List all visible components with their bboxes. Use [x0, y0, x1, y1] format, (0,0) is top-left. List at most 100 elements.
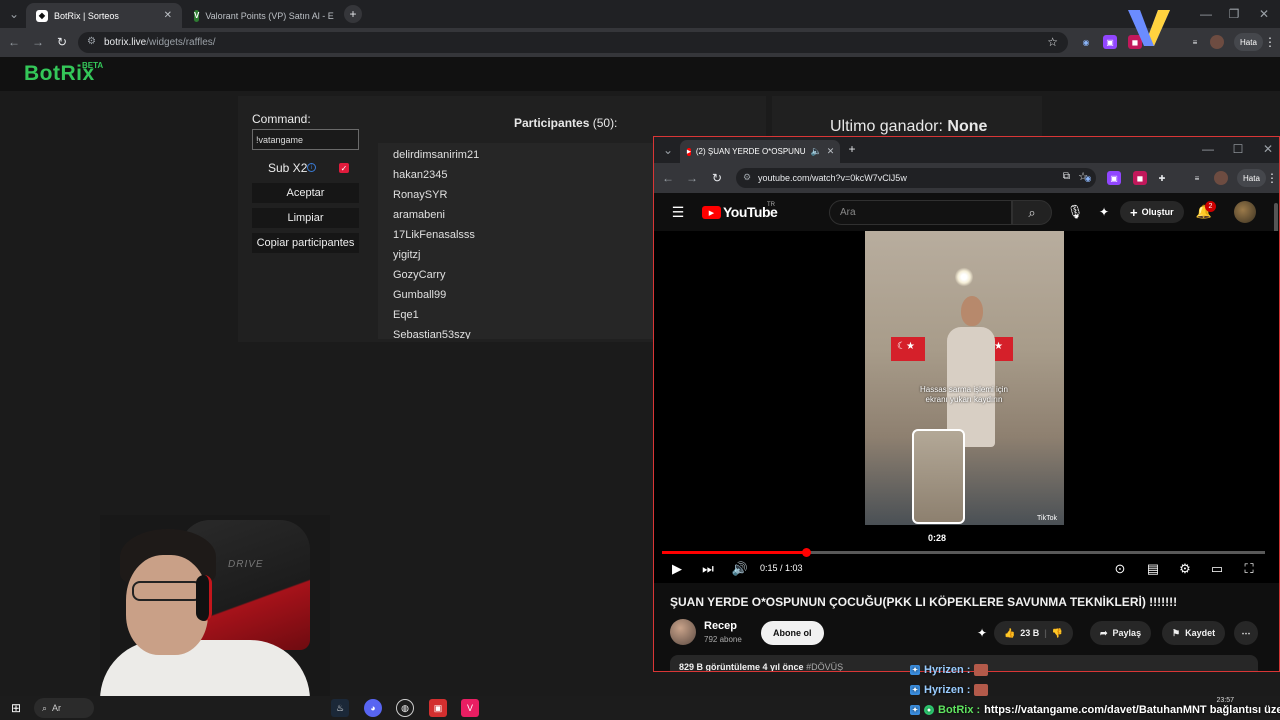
close-tab-icon[interactable]: ✕ [164, 10, 172, 21]
extensions-puzzle-icon[interactable]: ✚ [1155, 171, 1169, 185]
forward-icon[interactable]: → [30, 34, 46, 50]
view-stats: 829 B görüntüleme 4 yıl önce [679, 662, 804, 672]
youtube-logo-icon[interactable]: ▶ [702, 206, 721, 219]
tab-botrix[interactable]: ◆ BotRix | Sorteos ✕ [26, 3, 182, 28]
profile-error-chip[interactable]: Hata [1237, 169, 1266, 187]
bookmark-star-icon[interactable]: ☆ [1047, 35, 1058, 49]
play-icon[interactable]: ▶ [668, 560, 686, 578]
copy-participants-button[interactable]: Copiar participantes [252, 233, 359, 253]
menu-dots-icon[interactable]: ⋮ [1264, 170, 1279, 186]
hashtag[interactable]: #DÖVÜŞ [806, 662, 843, 671]
install-app-icon[interactable]: ⧉ [1063, 171, 1070, 182]
list-item: RonaySYR [393, 189, 448, 201]
address-bar[interactable]: ⚙ youtube.com/watch?v=0kcW7vClJ5w ⧉ ☆ [736, 168, 1096, 188]
close-window-icon[interactable]: ✕ [1256, 6, 1272, 22]
search-input[interactable]: Ara [829, 200, 1012, 225]
share-button[interactable]: ➦ Paylaş [1090, 621, 1152, 645]
accept-button[interactable]: Aceptar [252, 183, 359, 203]
settings-gear-icon[interactable]: ⚙ [1176, 560, 1194, 578]
participants-count: (50): [592, 116, 618, 130]
reading-list-icon[interactable]: ≡ [1190, 171, 1204, 185]
extension-badge-icon[interactable]: ◼ [1133, 171, 1147, 185]
taskbar-search[interactable]: ⌕ Ar [34, 698, 94, 718]
tab-search-icon[interactable]: ⌄ [660, 142, 676, 158]
site-info-icon[interactable]: ⚙ [87, 36, 96, 47]
maximize-icon[interactable]: ❐ [1226, 6, 1242, 22]
tiktok-watermark: TikTok [1037, 515, 1057, 522]
twitch-extension-icon[interactable]: ▣ [1103, 35, 1117, 49]
minimize-icon[interactable]: — [1200, 141, 1216, 157]
volume-icon[interactable]: 🔊 [731, 560, 749, 578]
reload-icon[interactable]: ↻ [54, 34, 70, 50]
extension-icon[interactable]: ◉ [1081, 171, 1095, 185]
reload-icon[interactable]: ↻ [709, 170, 725, 186]
reading-list-icon[interactable]: ≡ [1188, 35, 1202, 49]
back-icon[interactable]: ← [6, 34, 22, 50]
last-winner: Ultimo ganador: None [830, 118, 987, 136]
twitch-extension-icon[interactable]: ▣ [1107, 171, 1121, 185]
more-actions-icon[interactable]: ⋯ [1234, 621, 1258, 645]
fullscreen-icon[interactable]: ⛶ [1240, 560, 1258, 578]
microphone-icon[interactable]: 🎙 [1067, 204, 1084, 220]
info-icon[interactable]: i [307, 163, 316, 172]
address-bar[interactable]: ⚙ botrix.live/widgets/raffles/ ☆ [78, 32, 1068, 53]
extension-shield-icon[interactable]: ✦ [1096, 204, 1112, 220]
sub-x2-checkbox[interactable]: ✓ [339, 163, 349, 173]
save-button[interactable]: ⚑ Kaydet [1162, 621, 1226, 645]
participants-list[interactable]: delirdimsanirim21 hakan2345 RonaySYR ara… [378, 143, 668, 339]
forward-icon[interactable]: → [684, 170, 700, 186]
steam-icon[interactable]: ♨ [331, 699, 349, 717]
thumbs-up-icon[interactable]: 👍 [1004, 628, 1015, 639]
profile-avatar-icon[interactable] [1214, 171, 1228, 185]
kick-chat-icon: ✦ [910, 705, 920, 715]
vatan-favicon-icon: V [194, 9, 200, 22]
search-icon[interactable]: ⌕ [1012, 200, 1052, 225]
create-button[interactable]: + Oluştur [1120, 201, 1184, 223]
chair-brand: DRIVE [228, 559, 264, 570]
hamburger-menu-icon[interactable]: ☰ [670, 204, 686, 220]
site-info-icon[interactable]: ⚙ [743, 172, 751, 183]
webcam-overlay: DRIVE [100, 515, 330, 720]
command-input[interactable] [252, 129, 359, 150]
minimize-icon[interactable]: — [1198, 6, 1214, 22]
channel-avatar[interactable] [670, 619, 696, 645]
tab-youtube[interactable]: ▶ (2) ŞUAN YERDE O*OSPUNU 🔈 ✕ [680, 140, 840, 163]
autoplay-toggle-icon[interactable]: ⊙ [1109, 560, 1131, 578]
extension-icon[interactable]: ◉ [1079, 35, 1093, 49]
tab-label: (2) ŞUAN YERDE O*OSPUNU [695, 147, 806, 156]
subtitles-icon[interactable]: ▤ [1144, 560, 1162, 578]
tab-valorant[interactable]: V Valorant Points (VP) Satın Al - E ✕ [184, 3, 340, 28]
discord-icon[interactable]: ◕ [364, 699, 382, 717]
channel-name[interactable]: Recep [704, 620, 737, 632]
profile-error-chip[interactable]: Hata [1234, 33, 1263, 51]
theater-mode-icon[interactable]: ▭ [1208, 560, 1226, 578]
account-avatar[interactable] [1234, 201, 1256, 223]
obs-icon[interactable]: ◍ [396, 699, 414, 717]
thumbs-down-icon[interactable]: 👎 [1052, 628, 1063, 639]
list-item: Eqe1 [393, 309, 419, 321]
valorant-icon[interactable]: V [461, 699, 479, 717]
extension-shield-icon[interactable]: ✦ [974, 625, 990, 641]
list-item: aramabeni [393, 209, 445, 221]
windows-start-icon[interactable]: ⊞ [7, 699, 25, 717]
scrubber-handle[interactable] [801, 548, 811, 557]
menu-dots-icon[interactable]: ⋮ [1262, 34, 1278, 50]
subscribe-button[interactable]: Abone ol [761, 621, 824, 645]
tab-search-icon[interactable]: ⌄ [6, 6, 22, 22]
search-icon: ⌕ [42, 702, 48, 713]
like-count: 23 B [1020, 628, 1040, 638]
back-icon[interactable]: ← [660, 170, 676, 186]
like-dislike-group: 👍 23 B | 👎 [994, 621, 1073, 645]
maximize-icon[interactable]: ☐ [1230, 141, 1246, 157]
url-host: botrix.live [104, 37, 147, 48]
next-video-icon[interactable]: ⏭ [699, 560, 717, 578]
close-tab-icon[interactable]: ✕ [827, 146, 835, 157]
profile-avatar-icon[interactable] [1210, 35, 1224, 49]
app-red-icon[interactable]: ▣ [429, 699, 447, 717]
new-tab-icon[interactable]: + [844, 141, 860, 157]
close-window-icon[interactable]: ✕ [1260, 141, 1276, 157]
new-tab-icon[interactable]: + [344, 5, 362, 23]
tab-label: BotRix | Sorteos [54, 10, 119, 21]
clear-button[interactable]: Limpiar [252, 208, 359, 228]
audio-playing-icon[interactable]: 🔈 [811, 146, 822, 157]
